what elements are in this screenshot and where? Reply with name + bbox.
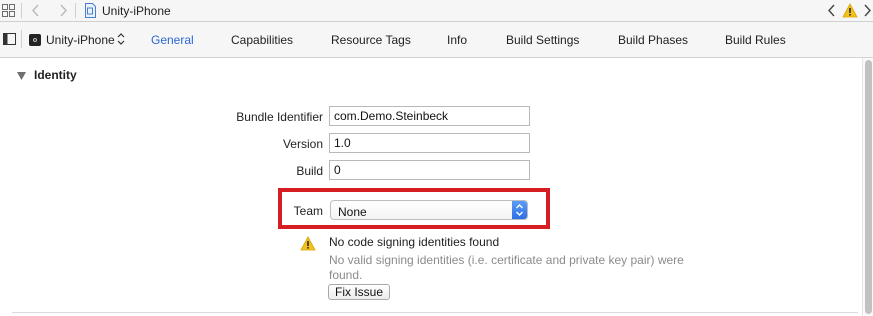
team-label: Team (293, 204, 323, 218)
version-field[interactable]: 1.0 (329, 133, 530, 153)
tab-general[interactable]: General (151, 33, 194, 47)
team-selected-value: None (338, 205, 367, 219)
tab-info[interactable]: Info (447, 33, 467, 47)
build-field[interactable]: 0 (329, 160, 530, 180)
chevron-updown-icon[interactable] (117, 32, 125, 46)
warning-icon (300, 236, 316, 251)
section-title-identity: Identity (34, 68, 77, 82)
general-settings-pane: Identity Bundle Identifier com.Demo.Stei… (0, 58, 862, 316)
forward-arrow-icon[interactable] (58, 3, 68, 18)
build-label: Build (296, 164, 323, 178)
back-arrow-icon[interactable] (31, 3, 41, 18)
sidebar-toggle-icon[interactable] (3, 33, 16, 45)
vertical-scrollbar[interactable] (862, 58, 873, 316)
issue-back-icon[interactable] (827, 3, 837, 18)
tab-build-settings[interactable]: Build Settings (506, 33, 579, 47)
issue-forward-icon[interactable] (862, 3, 872, 18)
tab-build-phases[interactable]: Build Phases (618, 33, 688, 47)
disclosure-triangle-icon[interactable] (17, 72, 26, 80)
divider (75, 3, 76, 18)
grid-icon[interactable] (2, 4, 15, 17)
warning-description: No valid signing identities (i.e. certif… (329, 253, 684, 282)
tab-build-rules[interactable]: Build Rules (725, 33, 786, 47)
bundle-identifier-field[interactable]: com.Demo.Steinbeck (329, 106, 530, 126)
popup-stepper[interactable] (512, 201, 527, 219)
project-file-icon (85, 3, 96, 18)
chevron-updown-icon (516, 204, 523, 216)
jump-bar-title[interactable]: Unity-iPhone (102, 4, 171, 18)
divider (21, 3, 22, 18)
jump-bar: Unity-iPhone (0, 0, 873, 22)
fix-issue-button[interactable]: Fix Issue (328, 284, 391, 300)
editor-tab-bar: Unity-iPhone General Capabilities Resour… (0, 22, 873, 58)
team-popup-button[interactable]: None (330, 200, 528, 220)
section-divider (12, 312, 858, 313)
version-label: Version (282, 137, 323, 151)
tab-capabilities[interactable]: Capabilities (231, 33, 293, 47)
warning-title: No code signing identities found (329, 235, 500, 249)
warning-icon[interactable] (842, 3, 858, 18)
scrollbar-thumb[interactable] (865, 60, 872, 314)
target-selector[interactable]: Unity-iPhone (46, 33, 115, 47)
divider (21, 30, 22, 48)
target-icon (29, 34, 41, 46)
bundle-identifier-label: Bundle Identifier (236, 110, 323, 124)
tab-resource-tags[interactable]: Resource Tags (331, 33, 411, 47)
